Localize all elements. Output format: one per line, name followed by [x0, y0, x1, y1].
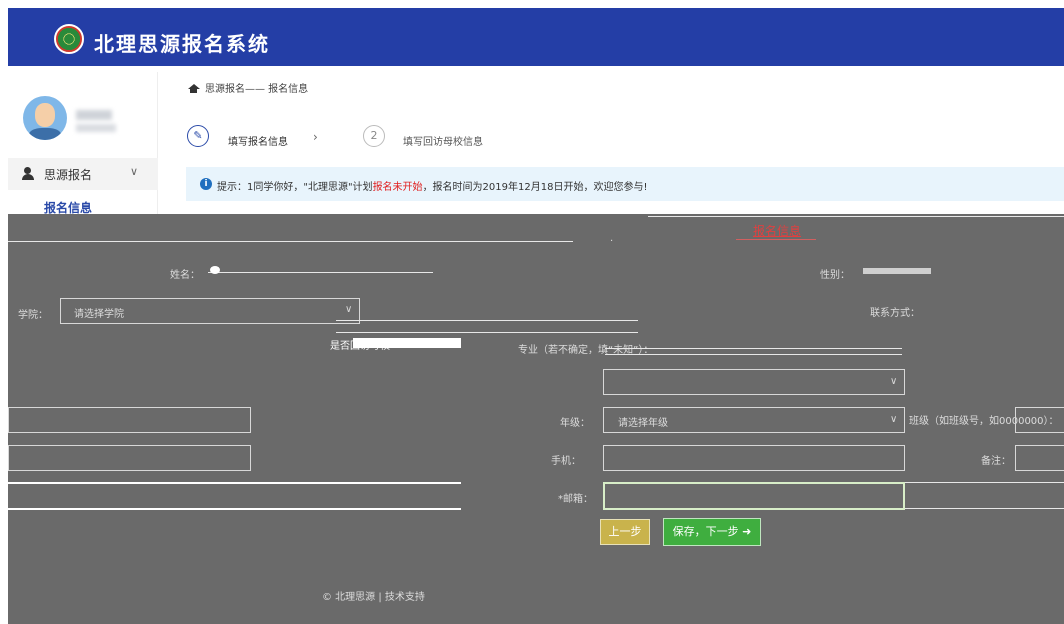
- university-logo-icon: [54, 24, 84, 54]
- name-label: 姓名：: [170, 270, 200, 281]
- gender-value-blurred: [863, 268, 931, 274]
- sidebar: 思源报名 ∨ 报名信息: [8, 72, 158, 215]
- divider: [336, 320, 638, 321]
- notice-text: 提示：1同学你好，"北理思源"计划报名未开始，报名时间为2019年12月18日开…: [217, 182, 648, 193]
- contact-label: 联系方式：: [870, 308, 920, 319]
- divider: [8, 508, 461, 510]
- user-icon: [22, 167, 36, 180]
- name-input-cursor: [210, 266, 220, 274]
- info-icon: i: [200, 178, 212, 190]
- divider: [905, 508, 1064, 509]
- email-input[interactable]: [603, 482, 905, 510]
- major-input-top[interactable]: [605, 348, 902, 349]
- username-blurred: [76, 110, 112, 120]
- divider: [905, 482, 1064, 483]
- breadcrumb: 思源报名—— 报名信息: [188, 80, 308, 95]
- breadcrumb-text: 思源报名—— 报名信息: [205, 84, 309, 95]
- email-label: *邮箱：: [558, 494, 593, 505]
- gender-label: 性别：: [820, 270, 850, 281]
- back-button[interactable]: 上一步: [600, 519, 650, 545]
- notice-banner: i 提示：1同学你好，"北理思源"计划报名未开始，报名时间为2019年12月18…: [186, 167, 1064, 201]
- major-input-bottom: [605, 354, 902, 355]
- footer-text: © 北理思源 | 技术支持: [322, 592, 425, 603]
- divider: [8, 482, 461, 484]
- divider: [648, 216, 1064, 217]
- save-next-button[interactable]: 保存，下一步 ➜: [663, 518, 761, 546]
- step-2-indicator: 2: [363, 125, 385, 147]
- text-input-left-1[interactable]: [8, 407, 251, 433]
- notice-status: 报名未开始: [372, 182, 423, 193]
- text-input-left-2[interactable]: [8, 445, 251, 471]
- grade-select-value: 请选择年级: [618, 418, 668, 429]
- chevron-right-icon: ›: [313, 130, 318, 144]
- chevron-down-icon: ∨: [130, 165, 139, 178]
- divider: [336, 332, 638, 333]
- chevron-down-icon: ∨: [345, 304, 353, 315]
- name-input[interactable]: [208, 272, 433, 273]
- step-1-indicator: ✎: [187, 125, 209, 147]
- section-label: ·: [610, 236, 614, 247]
- registration-form-overlay: 报名信息 · 姓名： 性别： 学院： 请选择学院 ∨ 联系方式： 是否回访母校 …: [8, 214, 1064, 624]
- sidebar-group-siyuan[interactable]: 思源报名 ∨: [8, 158, 158, 190]
- sidebar-group-label: 思源报名: [44, 168, 93, 182]
- title-underline: [736, 239, 816, 240]
- chevron-down-icon: ∨: [890, 376, 898, 387]
- step-2-label: 填写回访母校信息: [403, 137, 483, 148]
- app-title: 北理思源报名系统: [94, 32, 270, 56]
- avatar[interactable]: [23, 96, 67, 140]
- chevron-down-icon: ∨: [890, 414, 898, 425]
- home-icon[interactable]: [188, 84, 200, 93]
- checkbox-label[interactable]: 是否回访母校: [330, 337, 390, 352]
- remark-label: 备注：: [981, 456, 1011, 467]
- college-label: 学院：: [18, 310, 48, 321]
- phone-input[interactable]: [603, 445, 905, 471]
- step-1-label: 填写报名信息: [228, 137, 288, 148]
- phone-label: 手机：: [551, 456, 581, 467]
- top-bar: 北理思源报名系统: [8, 8, 1064, 66]
- remark-input[interactable]: [1015, 445, 1064, 471]
- form-title: 报名信息: [753, 224, 802, 238]
- class-input[interactable]: [1015, 407, 1064, 433]
- major-select[interactable]: [603, 369, 905, 395]
- divider: [8, 241, 573, 242]
- user-info-blurred: [76, 124, 116, 132]
- grade-label: 年级：: [560, 418, 590, 429]
- college-select-value: 请选择学院: [74, 309, 124, 320]
